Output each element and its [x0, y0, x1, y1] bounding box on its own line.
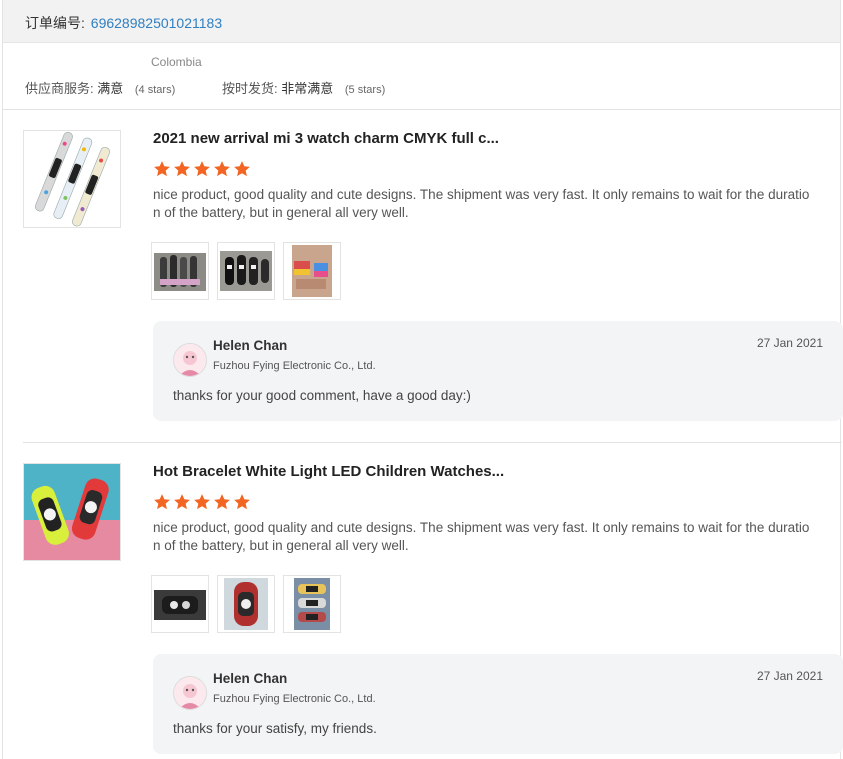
review-photo[interactable] — [217, 575, 275, 633]
review-photo[interactable] — [217, 242, 275, 300]
shipping-stars: (5 stars) — [344, 84, 386, 96]
seller-name: Helen Chan — [213, 338, 288, 353]
seller-service-value: 满意 — [97, 81, 124, 96]
shipping-rating: 按时发货: 非常满意 (5 stars) — [222, 78, 385, 97]
divider — [23, 442, 842, 443]
review-rating-stars — [153, 160, 251, 178]
review-photo-image — [152, 576, 208, 632]
review-panel: 订单编号: 69628982501021183 Colombia 供应商服务: … — [2, 0, 843, 759]
seller-reply: Helen Chan Fuzhou Fying Electronic Co., … — [153, 321, 843, 421]
divider — [3, 109, 840, 110]
review-text: nice product, good quality and cute desi… — [153, 520, 810, 553]
avatar-icon — [174, 344, 206, 376]
seller-avatar — [173, 343, 207, 377]
seller-avatar — [173, 676, 207, 710]
order-number: 订单编号: 69628982501021183 — [25, 13, 222, 33]
product-thumbnail[interactable] — [23, 130, 121, 228]
order-number-label: 订单编号: — [25, 15, 85, 31]
seller-service-rating: 供应商服务: 满意 (4 stars) — [25, 78, 175, 97]
review-photo-image — [284, 243, 340, 299]
review-text: nice product, good quality and cute desi… — [153, 187, 810, 220]
review-photo-image — [218, 576, 274, 632]
buyer-country: Colombia — [151, 55, 202, 69]
star-icon — [154, 494, 170, 510]
seller-company: Fuzhou Fying Electronic Co., Ltd. — [213, 693, 376, 705]
star-icon — [154, 161, 170, 177]
star-icon — [234, 161, 250, 177]
star-icon — [174, 494, 190, 510]
led-watch-image — [24, 464, 120, 560]
star-icon — [214, 494, 230, 510]
reply-text: thanks for your good comment, have a goo… — [173, 388, 471, 403]
seller-name: Helen Chan — [213, 671, 288, 686]
shipping-value: 非常满意 — [281, 81, 334, 96]
watch-bands-image — [24, 131, 120, 227]
product-title-link[interactable]: 2021 new arrival mi 3 watch charm CMYK f… — [153, 130, 499, 147]
seller-company: Fuzhou Fying Electronic Co., Ltd. — [213, 360, 376, 372]
review-photo-image — [218, 243, 274, 299]
seller-service-stars: (4 stars) — [134, 84, 176, 96]
shipping-label: 按时发货: — [222, 81, 278, 96]
star-icon — [194, 494, 210, 510]
product-title-link[interactable]: Hot Bracelet White Light LED Children Wa… — [153, 463, 504, 480]
review-photo[interactable] — [283, 242, 341, 300]
review-photo-image — [284, 576, 340, 632]
avatar-icon — [174, 677, 206, 709]
star-icon — [194, 161, 210, 177]
review-rating-stars — [153, 493, 251, 511]
product-thumbnail[interactable] — [23, 463, 121, 561]
seller-service-label: 供应商服务: — [25, 81, 94, 96]
review-photo-image — [152, 243, 208, 299]
review-photo[interactable] — [151, 575, 209, 633]
order-number-link[interactable]: 69628982501021183 — [91, 15, 222, 31]
review-photo[interactable] — [283, 575, 341, 633]
order-header: 订单编号: 69628982501021183 — [3, 0, 840, 43]
reply-date: 27 Jan 2021 — [756, 336, 823, 350]
review-photo[interactable] — [151, 242, 209, 300]
seller-reply: Helen Chan Fuzhou Fying Electronic Co., … — [153, 654, 843, 754]
star-icon — [174, 161, 190, 177]
reply-date: 27 Jan 2021 — [756, 669, 823, 683]
star-icon — [214, 161, 230, 177]
reply-text: thanks for your satisfy, my friends. — [173, 721, 377, 736]
star-icon — [234, 494, 250, 510]
